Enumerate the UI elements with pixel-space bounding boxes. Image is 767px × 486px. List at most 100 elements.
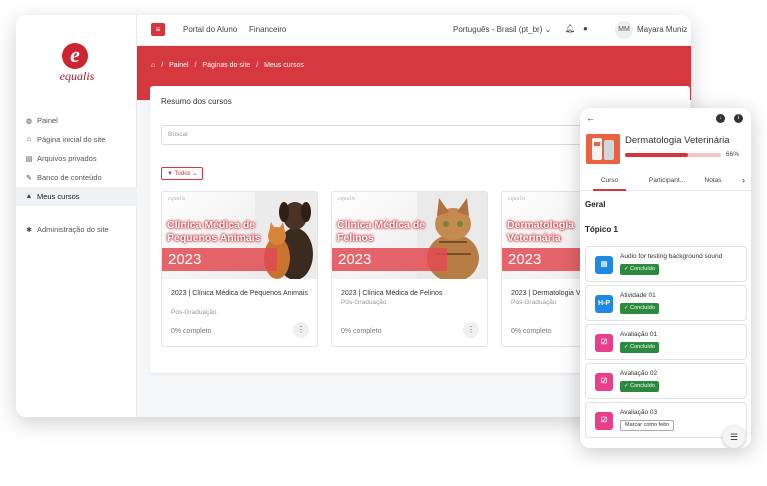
chevron-down-icon: ⌄ [544, 25, 552, 34]
course-progress: 0% completo [171, 328, 212, 335]
sidebar-item-label: Página inicial do site [37, 135, 106, 144]
sidebar-item-label: Banco de conteúdo [37, 173, 102, 182]
mobile-app-window: ← ↓ i Dermatologia Veterinária 66% Curso… [580, 108, 751, 448]
completion-label: Concluído [630, 383, 655, 389]
quiz-icon: ☑ [595, 373, 613, 391]
language-selector[interactable]: Português - Brasil (pt_br) ⌄ [453, 25, 551, 34]
breadcrumb-item-my-courses[interactable]: Meus cursos [264, 62, 304, 69]
sidebar-item-painel[interactable]: ◍ Painel [16, 111, 137, 130]
avatar[interactable]: MM [615, 21, 633, 39]
completion-badge: ✓ Concluído [620, 303, 659, 314]
sidebar-item-private-files[interactable]: ▤ Arquivos privados [16, 149, 137, 168]
breadcrumb-item-painel[interactable]: Painel [169, 62, 188, 69]
nav-link-portal-do-aluno[interactable]: Portal do Aluno [183, 25, 237, 34]
activity-name: Avaliação 02 [620, 370, 658, 377]
course-card[interactable]: equalis Clínica Médica de Pequenos Anima… [161, 191, 318, 347]
sidebar-item-label: Administração do site [37, 225, 109, 234]
course-card[interactable]: equalis Clínica Médica de Felinos 2023 2… [331, 191, 488, 347]
section-title-geral: Geral [585, 200, 606, 209]
more-options-button[interactable]: ⋮ [293, 322, 309, 338]
graduation-cap-icon: ▲ [25, 193, 33, 200]
completion-badge: ✓ Concluído [620, 342, 659, 353]
completion-label: Concluído [630, 305, 655, 311]
sidebar-item-label: Arquivos privados [37, 154, 97, 163]
banner-brand: equalis [168, 196, 186, 202]
logo-mark: e [62, 43, 88, 69]
home-icon: ⌂ [26, 136, 32, 143]
hamburger-icon: ≡ [155, 25, 161, 34]
activity-name: Avaliação 01 [620, 331, 658, 338]
mobile-header: ← ↓ i [580, 108, 751, 126]
more-options-button[interactable]: ⋮ [463, 322, 479, 338]
card-title: Resumo dos cursos [161, 97, 232, 106]
back-arrow-icon[interactable]: ← [586, 113, 595, 123]
sidebar-item-content-bank[interactable]: ✎ Banco de conteúdo [16, 168, 137, 187]
breadcrumb: ⌂ / Painel / Páginas do site / Meus curs… [151, 62, 308, 69]
mark-as-done-button[interactable]: Marcar como feito [620, 420, 675, 431]
activity-item[interactable]: ☑ Avaliação 02 ✓ Concluído [585, 363, 747, 399]
nav-link-financeiro[interactable]: Financeiro [249, 25, 286, 34]
tab-notas[interactable]: Notas [700, 177, 726, 184]
sidebar-item-home[interactable]: ⌂ Página inicial do site [16, 130, 137, 149]
filter-dropdown[interactable]: ▼ Todos ⌄ [161, 167, 204, 180]
download-icon[interactable]: ↓ [716, 114, 725, 123]
list-icon: ☰ [729, 432, 739, 442]
equalis-logo[interactable]: e equalis [52, 43, 102, 93]
active-tab-indicator [593, 189, 626, 191]
course-progress: 0% completo [341, 328, 382, 335]
course-progress: 0% completo [511, 328, 552, 335]
section-title-topico: Tópico 1 [585, 225, 618, 234]
activity-item[interactable]: ☑ Avaliação 01 ✓ Concluído [585, 324, 747, 360]
banner-year: 2023 [162, 248, 277, 271]
activity-name: Atividade 01 [620, 292, 656, 299]
course-banner[interactable]: equalis Clínica Médica de Felinos 2023 [332, 192, 487, 279]
info-icon[interactable]: i [734, 114, 743, 123]
breadcrumb-separator: / [161, 62, 164, 69]
course-category: Pós-Graduação [341, 299, 387, 306]
menu-toggle-button[interactable]: ≡ [151, 23, 165, 36]
activity-item[interactable]: ▤ Audio for testing background sound ✓ C… [585, 246, 747, 282]
completion-badge: ✓ Concluído [620, 381, 659, 392]
user-name[interactable]: Mayara Muniz [637, 25, 687, 34]
bell-icon[interactable]: 🔔︎ [565, 24, 575, 33]
activity-name: Avaliação 03 [620, 409, 658, 416]
course-progress-fill [625, 153, 689, 157]
banner-title: Clínica Médica de Felinos [337, 219, 426, 244]
chevron-down-icon: ⌄ [192, 171, 198, 177]
sidebar-item-label: Meus cursos [37, 192, 80, 201]
sidebar-nav: ◍ Painel ⌂ Página inicial do site ▤ Arqu… [16, 111, 137, 239]
mobile-course-title: Dermatologia Veterinária [625, 135, 730, 146]
dashboard-icon: ◍ [25, 117, 33, 125]
more-vertical-icon: ⋮ [297, 325, 305, 334]
sidebar-item-my-courses[interactable]: ▲ Meus cursos [16, 187, 137, 206]
chevron-right-icon[interactable]: › [742, 175, 745, 185]
breadcrumb-item-site-pages[interactable]: Páginas do site [202, 62, 250, 69]
course-banner[interactable]: equalis Clínica Médica de Pequenos Anima… [162, 192, 317, 279]
file-icon: ▤ [595, 256, 613, 274]
banner-title: Clínica Médica de Pequenos Animais [167, 219, 261, 244]
quiz-icon: ☑ [595, 412, 613, 430]
completion-label: Concluído [630, 344, 655, 350]
course-thumbnail-art [586, 134, 620, 164]
course-name[interactable]: 2023 | Clínica Médica de Felinos [341, 289, 481, 298]
filter-icon: ▼ [167, 171, 173, 177]
course-index-button[interactable]: ☰ [723, 426, 745, 448]
logo-word: equalis [59, 69, 95, 83]
completion-badge: ✓ Concluído [620, 264, 659, 275]
home-icon[interactable]: ⌂ [151, 62, 155, 69]
tab-curso[interactable]: Curso [593, 177, 626, 184]
chat-icon[interactable]: ● [583, 24, 588, 33]
more-vertical-icon: ⋮ [467, 325, 475, 334]
course-name[interactable]: 2023 | Clínica Médica de Pequenos Animai… [171, 289, 311, 298]
banner-brand: equalis [508, 196, 526, 202]
sidebar: e equalis ◍ Painel ⌂ Página inicial do s… [16, 15, 137, 417]
sidebar-item-site-admin[interactable]: ✱ Administração do site [16, 220, 137, 239]
course-progress-bar [625, 153, 721, 157]
wrench-icon: ✱ [26, 226, 32, 234]
tab-participants[interactable]: Participant... [642, 177, 692, 184]
language-label: Português - Brasil (pt_br) [453, 25, 543, 34]
sidebar-item-label: Painel [37, 116, 58, 125]
file-icon: ▤ [25, 155, 33, 163]
activity-item[interactable]: H-P Atividade 01 ✓ Concluído [585, 285, 747, 321]
